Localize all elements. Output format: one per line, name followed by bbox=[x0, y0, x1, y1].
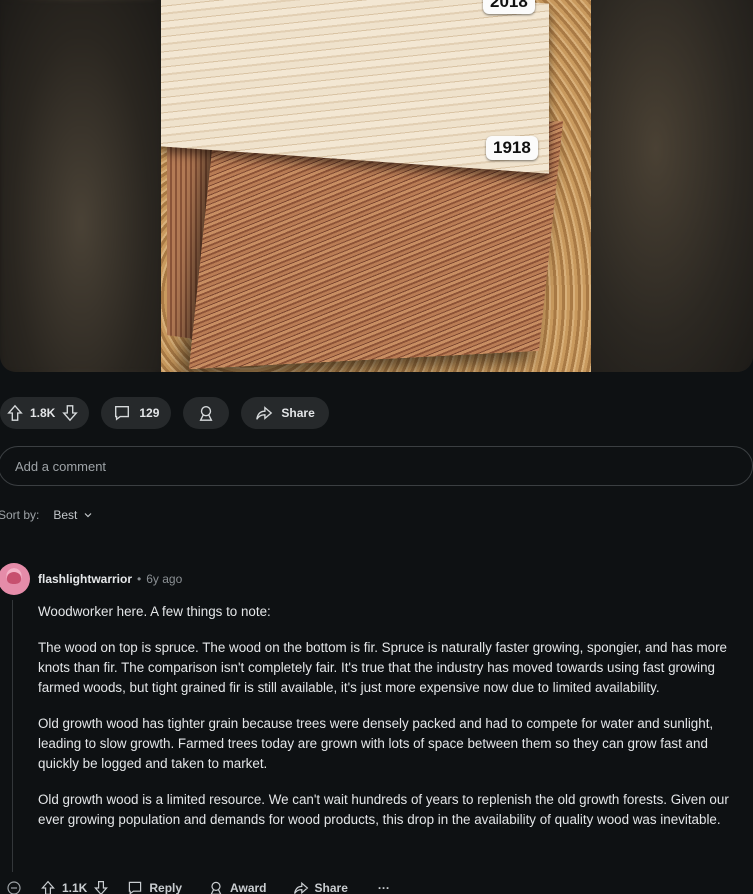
collapse-icon bbox=[7, 881, 21, 894]
avatar[interactable] bbox=[0, 563, 30, 595]
comment-share-button[interactable]: Share bbox=[293, 880, 348, 894]
upvote-icon[interactable] bbox=[40, 880, 56, 894]
comment-meta: flashlightwarrior • 6y ago bbox=[38, 572, 182, 586]
downvote-icon[interactable] bbox=[93, 880, 109, 894]
post-vote-count: 1.8K bbox=[30, 406, 56, 420]
reply-label: Reply bbox=[149, 881, 183, 894]
sort-dropdown[interactable]: Best bbox=[53, 508, 93, 522]
comment-paragraph: Woodworker here. A few things to note: bbox=[38, 604, 271, 619]
comment-award-button[interactable]: Award bbox=[208, 880, 267, 894]
meta-separator: • bbox=[137, 572, 142, 586]
share-icon bbox=[256, 406, 273, 420]
more-options-icon: ··· bbox=[377, 881, 390, 894]
year-tag-bottom: 1918 bbox=[486, 136, 538, 160]
award-button[interactable] bbox=[183, 397, 230, 429]
post-vote-group: 1.8K bbox=[0, 397, 90, 429]
comment-vote-group: 1.1K bbox=[40, 880, 109, 894]
year-tag-top: 2018 bbox=[483, 0, 535, 14]
comment-timestamp: 6y ago bbox=[146, 572, 183, 586]
share-label: Share bbox=[281, 406, 315, 420]
award-icon bbox=[210, 881, 222, 894]
reply-button[interactable]: Reply bbox=[127, 880, 182, 894]
award-label: Award bbox=[230, 881, 267, 894]
post-media[interactable]: 2018 1918 bbox=[0, 0, 753, 372]
comment-author[interactable]: flashlightwarrior bbox=[38, 572, 132, 586]
comment-count: 129 bbox=[139, 406, 160, 420]
add-comment-input[interactable]: Add a comment bbox=[0, 446, 753, 486]
comments-button[interactable]: 129 bbox=[101, 397, 172, 429]
media-blur-background-left bbox=[0, 0, 162, 372]
sort-control: Sort by: Best bbox=[0, 508, 93, 522]
comment-body: Woodworker here. A few things to note: T… bbox=[38, 602, 750, 846]
downvote-icon[interactable] bbox=[61, 404, 79, 422]
add-comment-placeholder: Add a comment bbox=[15, 458, 107, 474]
chevron-down-icon bbox=[84, 513, 92, 518]
sort-value: Best bbox=[53, 508, 78, 522]
comment-paragraph: Old growth wood is a limited resource. W… bbox=[38, 792, 729, 827]
comment-bubble-icon bbox=[129, 881, 142, 894]
comment-paragraph: The wood on top is spruce. The wood on t… bbox=[38, 640, 728, 695]
comment-vote-count: 1.1K bbox=[62, 881, 88, 894]
share-label: Share bbox=[314, 881, 348, 894]
comment-bubble-icon bbox=[115, 406, 130, 421]
thread-line[interactable] bbox=[12, 600, 13, 872]
media-blur-background-right bbox=[591, 0, 753, 372]
share-icon bbox=[293, 881, 308, 894]
post-action-bar: 1.8K 129 Share bbox=[0, 397, 329, 429]
post-image[interactable]: 2018 1918 bbox=[161, 0, 591, 372]
share-button[interactable]: Share bbox=[241, 397, 329, 429]
comment-action-bar: 1.1K Reply Award Share ··· bbox=[0, 878, 390, 894]
collapse-thread-button[interactable] bbox=[6, 880, 22, 894]
award-icon bbox=[199, 406, 213, 421]
upvote-icon[interactable] bbox=[6, 404, 24, 422]
sort-label: Sort by: bbox=[0, 508, 40, 522]
more-options-button[interactable]: ··· bbox=[378, 881, 390, 894]
comment-paragraph: Old growth wood has tighter grain becaus… bbox=[38, 716, 714, 771]
